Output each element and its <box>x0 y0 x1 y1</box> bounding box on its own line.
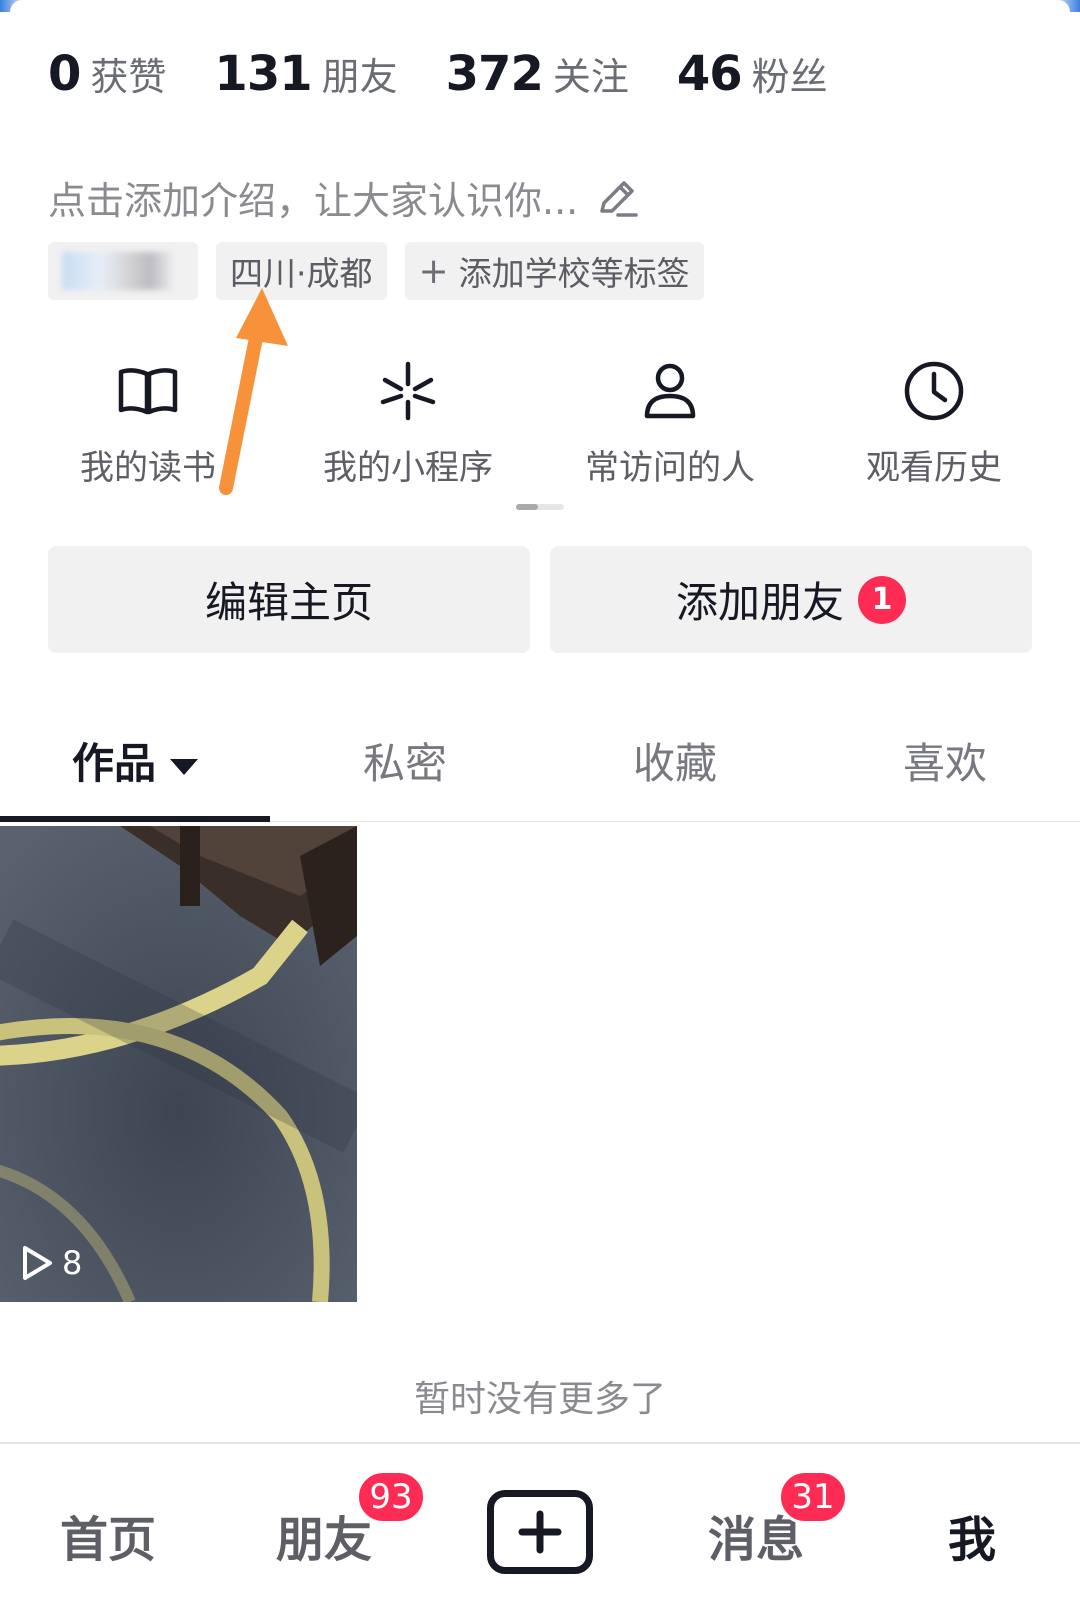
stat-friends-count: 131 <box>214 46 312 102</box>
plus-icon <box>518 1510 562 1554</box>
video-preview-image <box>0 826 357 1302</box>
edit-profile-label: 编辑主页 <box>204 578 373 627</box>
nav-messages-label: 消息 <box>707 1512 804 1568</box>
tab-private[interactable]: 私密 <box>270 730 540 791</box>
nav-me[interactable]: 我 <box>864 1500 1080 1570</box>
add-friends-button[interactable]: 添加朋友 1 <box>550 546 1032 653</box>
book-icon <box>118 368 178 415</box>
tab-active-indicator <box>0 816 270 822</box>
tab-likes-label: 喜欢 <box>902 739 987 788</box>
stat-likes-count: 0 <box>48 46 81 102</box>
stat-likes[interactable]: 0 获赞 <box>48 46 166 102</box>
no-more-content: 暂时没有更多了 <box>413 1379 666 1420</box>
shortcut-row: 我的读书 我的小程序 常访问的人 观看历史 <box>0 356 1080 489</box>
play-count-value: 8 <box>62 1244 83 1282</box>
shortcut-watch-history[interactable]: 观看历史 <box>804 356 1064 489</box>
play-icon <box>23 1246 52 1280</box>
video-thumbnail[interactable]: 8 <box>0 826 357 1302</box>
mini-program-icon <box>380 361 436 421</box>
add-friends-label: 添加朋友 <box>675 578 844 627</box>
stat-friends-label: 朋友 <box>321 55 398 99</box>
shortcut-frequent-visitors[interactable]: 常访问的人 <box>540 356 800 489</box>
tab-works[interactable]: 作品 <box>0 730 270 791</box>
tab-private-label: 私密 <box>362 739 447 788</box>
window-top-edge <box>0 0 1080 12</box>
tag-blurred[interactable] <box>48 242 198 300</box>
page-indicator <box>516 504 564 510</box>
stat-following[interactable]: 372 关注 <box>446 46 629 102</box>
add-tag-label: 添加学校等标签 <box>458 254 690 293</box>
plus-icon: + <box>418 250 449 292</box>
nav-home-label: 首页 <box>59 1512 156 1568</box>
add-friends-badge: 1 <box>858 575 906 624</box>
nav-friends-label: 朋友 <box>275 1512 372 1568</box>
friends-badge: 93 <box>356 1470 426 1524</box>
nav-friends[interactable]: 朋友 93 <box>216 1470 432 1570</box>
messages-badge: 31 <box>778 1470 848 1524</box>
person-icon <box>644 363 696 419</box>
shortcut-label: 观看历史 <box>866 448 1002 488</box>
bio-intro[interactable]: 点击添加介绍，让大家认识你... <box>48 170 640 225</box>
shortcut-label: 常访问的人 <box>585 448 755 488</box>
tab-favorites-label: 收藏 <box>632 739 717 788</box>
create-post-button[interactable] <box>487 1490 593 1574</box>
blurred-content <box>62 252 172 290</box>
nav-messages[interactable]: 消息 31 <box>648 1470 864 1570</box>
bottom-nav: 首页 朋友 93 消息 31 我 <box>0 1442 1080 1616</box>
annotation-arrow-icon <box>219 288 288 495</box>
content-tabs: 作品 私密 收藏 喜欢 <box>0 730 1080 822</box>
nav-home[interactable]: 首页 <box>0 1500 216 1570</box>
edit-profile-button[interactable]: 编辑主页 <box>48 546 530 653</box>
stat-following-count: 372 <box>445 46 544 102</box>
tab-likes[interactable]: 喜欢 <box>810 730 1080 791</box>
stat-followers-label: 粉丝 <box>751 55 828 99</box>
tab-works-label: 作品 <box>71 739 156 788</box>
tab-favorites[interactable]: 收藏 <box>540 730 810 791</box>
stat-followers-count: 46 <box>676 46 743 102</box>
stat-friends[interactable]: 131 朋友 <box>214 46 397 102</box>
play-count: 8 <box>20 1244 82 1282</box>
nav-me-label: 我 <box>947 1512 996 1568</box>
stat-likes-label: 获赞 <box>90 55 167 99</box>
stat-followers[interactable]: 46 粉丝 <box>677 46 828 102</box>
bio-intro-text: 点击添加介绍，让大家认识你... <box>48 179 579 223</box>
shortcut-label: 我的小程序 <box>323 448 493 488</box>
shortcut-mini-programs[interactable]: 我的小程序 <box>278 356 538 489</box>
edit-pencil-icon <box>600 180 638 217</box>
clock-icon <box>904 361 964 421</box>
add-tag-button[interactable]: + 添加学校等标签 <box>404 242 704 300</box>
caret-down-icon <box>170 758 198 775</box>
profile-tags: 四川·成都 + 添加学校等标签 <box>48 242 722 300</box>
stat-following-label: 关注 <box>552 55 629 99</box>
page-indicator-active <box>516 504 538 510</box>
profile-stats: 0 获赞 131 朋友 372 关注 46 粉丝 <box>48 46 876 102</box>
